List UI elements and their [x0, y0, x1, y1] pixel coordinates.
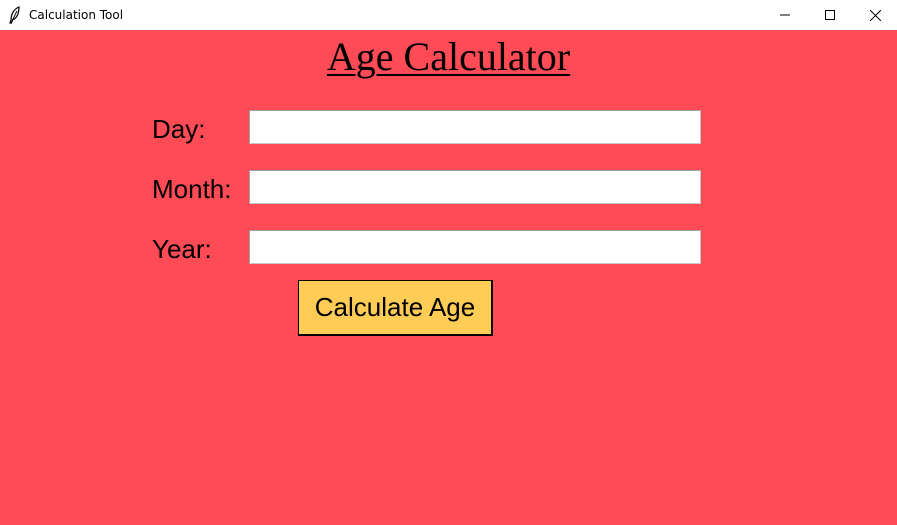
maximize-button[interactable] [807, 0, 853, 30]
month-label: Month: [152, 174, 232, 204]
calculate-age-button[interactable]: Calculate Age [298, 280, 493, 336]
year-input[interactable] [249, 230, 701, 264]
year-label: Year: [152, 234, 212, 264]
month-input[interactable] [249, 170, 701, 204]
main-panel: Age Calculator Day: Month: Year: Calcula… [0, 30, 897, 525]
window-title: Calculation Tool [29, 8, 124, 22]
title-bar[interactable]: Calculation Tool [0, 0, 897, 30]
day-input[interactable] [249, 110, 701, 144]
page-title: Age Calculator [326, 34, 571, 79]
app-window: Calculation Tool Age Calculator Day: Mon… [0, 0, 897, 525]
close-button[interactable] [852, 0, 897, 30]
minimize-icon [780, 10, 790, 20]
feather-icon [8, 6, 22, 24]
close-icon [869, 9, 881, 21]
minimize-button[interactable] [762, 0, 808, 30]
maximize-icon [825, 10, 835, 20]
day-label: Day: [152, 114, 206, 144]
